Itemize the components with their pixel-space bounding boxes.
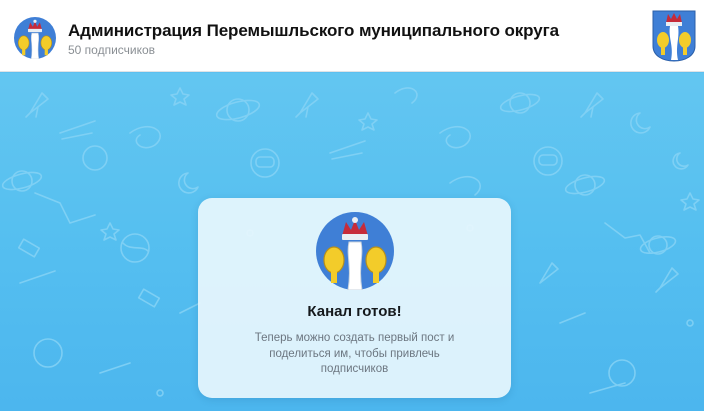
channel-header[interactable]: Администрация Перемышльского муниципальн… [0,0,704,72]
card-description: Теперь можно создать первый пост и подел… [254,332,455,375]
card-title: Канал готов! [307,303,402,320]
channel-avatar-large [316,212,394,291]
channel-title: Администрация Перемышльского муниципальн… [68,21,559,40]
channel-ready-card: Канал готов! Теперь можно создать первый… [198,198,511,398]
subscriber-count: 50 подписчиков [68,43,156,57]
channel-avatar[interactable] [14,17,56,60]
channel-emblem-thumbnail[interactable] [652,10,696,62]
